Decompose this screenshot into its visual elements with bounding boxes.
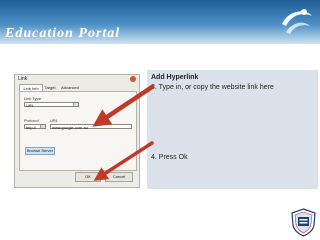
- url-input[interactable]: www.google.com.au: [50, 124, 132, 130]
- protocol-value: http://: [26, 125, 37, 130]
- url-label: URL: [50, 118, 59, 123]
- ok-button[interactable]: OK: [75, 172, 101, 182]
- chevron-down-icon: [73, 103, 78, 106]
- instruction-step-3: 3. Type in, or copy the website link her…: [151, 84, 274, 91]
- swirl-logo-icon: [282, 9, 312, 34]
- instructions-panel: Add Hyperlink 3. Type in, or copy the we…: [147, 70, 318, 189]
- instructions-heading: Add Hyperlink: [151, 74, 199, 81]
- link-type-value: URL: [26, 103, 35, 108]
- link-dialog: Link Link Info Target Advanced Link Type…: [14, 74, 140, 188]
- link-type-label: Link Type: [24, 96, 42, 101]
- link-type-select[interactable]: URL: [24, 102, 79, 108]
- school-crest-icon: [291, 208, 316, 237]
- tab-advanced[interactable]: Advanced: [59, 84, 81, 91]
- url-value: www.google.com.au: [52, 125, 88, 130]
- instruction-step-4: 4. Press Ok: [151, 154, 188, 161]
- link-info-panel: Link Type URL Protocol URL http:// www.g…: [19, 91, 137, 171]
- protocol-label: Protocol: [24, 118, 39, 123]
- header-banner: Education Portal: [0, 0, 320, 44]
- protocol-select[interactable]: http://: [24, 124, 46, 130]
- browse-server-button[interactable]: Browse Server: [25, 147, 55, 155]
- chevron-down-icon: [40, 125, 45, 128]
- close-icon[interactable]: [130, 76, 136, 82]
- cancel-button[interactable]: Cancel: [105, 172, 133, 182]
- portal-title: Education Portal: [5, 26, 121, 41]
- tab-target[interactable]: Target: [42, 84, 58, 91]
- dialog-title: Link: [18, 76, 28, 82]
